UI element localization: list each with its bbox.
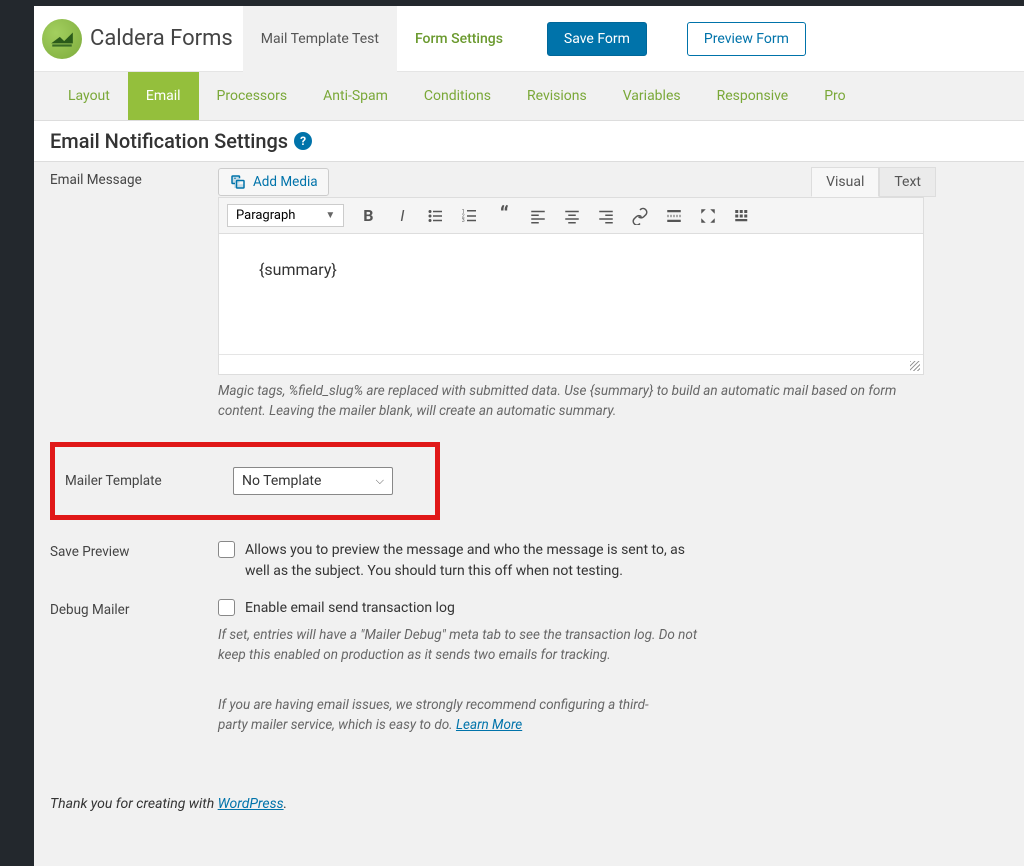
align-right-icon[interactable] <box>596 206 616 226</box>
tab-processors[interactable]: Processors <box>199 72 306 120</box>
tab-nav: Layout Email Processors Anti-Spam Condit… <box>34 72 1024 120</box>
debug-mailer-label: Debug Mailer <box>50 598 218 736</box>
tab-layout[interactable]: Layout <box>50 72 128 120</box>
debug-mailer-text: Enable email send transaction log <box>245 598 455 619</box>
toolbar-toggle-icon[interactable] <box>732 206 752 226</box>
add-media-label: Add Media <box>253 174 318 190</box>
mailer-template-label: Mailer Template <box>65 473 233 489</box>
tab-revisions[interactable]: Revisions <box>509 72 605 120</box>
tab-form-settings[interactable]: Form Settings <box>397 6 521 72</box>
save-preview-checkbox[interactable] <box>218 541 235 558</box>
chevron-down-icon: ⌵ <box>376 474 384 488</box>
format-select[interactable]: Paragraph ▼ <box>227 204 344 227</box>
format-select-value: Paragraph <box>236 208 295 223</box>
link-icon[interactable] <box>630 206 650 226</box>
tab-anti-spam[interactable]: Anti-Spam <box>305 72 406 120</box>
save-form-button[interactable]: Save Form <box>547 22 647 56</box>
numbered-list-icon[interactable]: 123 <box>460 206 480 226</box>
media-icon <box>229 173 247 191</box>
email-message-help: Magic tags, %field_slug% are replaced wi… <box>218 381 918 422</box>
save-preview-text: Allows you to preview the message and wh… <box>245 540 705 582</box>
tab-variables[interactable]: Variables <box>605 72 699 120</box>
fullscreen-icon[interactable] <box>698 206 718 226</box>
editor-resize-handle[interactable] <box>219 354 923 374</box>
tab-mail-template-test[interactable]: Mail Template Test <box>243 6 397 72</box>
read-more-icon[interactable] <box>664 206 684 226</box>
editor-tab-text[interactable]: Text <box>879 167 936 197</box>
preview-form-button[interactable]: Preview Form <box>687 22 806 56</box>
section-title-bar: Email Notification Settings ? <box>34 120 1024 162</box>
debug-mailer-checkbox[interactable] <box>218 599 235 616</box>
italic-icon[interactable]: I <box>392 206 412 226</box>
align-center-icon[interactable] <box>562 206 582 226</box>
app-name: Caldera Forms <box>90 26 233 51</box>
mailer-template-select[interactable]: No Template ⌵ <box>233 467 393 495</box>
app-logo: Caldera Forms <box>34 19 243 59</box>
chevron-down-icon: ▼ <box>325 210 335 221</box>
debug-mailer-recommend: If you are having email issues, we stron… <box>218 695 678 736</box>
align-left-icon[interactable] <box>528 206 548 226</box>
mailer-template-highlight: Mailer Template No Template ⌵ <box>50 442 440 520</box>
wysiwyg-editor: Paragraph ▼ B I 123 “ <box>218 197 924 375</box>
tab-email[interactable]: Email <box>128 72 199 120</box>
help-icon[interactable]: ? <box>294 132 312 150</box>
add-media-button[interactable]: Add Media <box>218 168 329 196</box>
debug-mailer-help: If set, entries will have a "Mailer Debu… <box>218 625 718 666</box>
quote-icon[interactable]: “ <box>494 206 514 226</box>
save-preview-label: Save Preview <box>50 540 218 582</box>
editor-toolbar: Paragraph ▼ B I 123 “ <box>219 198 923 234</box>
footer-credit: Thank you for creating with WordPress. <box>50 796 1008 812</box>
tab-responsive[interactable]: Responsive <box>699 72 807 120</box>
email-message-label: Email Message <box>50 168 218 422</box>
editor-tab-visual[interactable]: Visual <box>811 167 879 197</box>
bullet-list-icon[interactable] <box>426 206 446 226</box>
section-title: Email Notification Settings <box>50 129 288 153</box>
learn-more-link[interactable]: Learn More <box>456 717 522 733</box>
tab-conditions[interactable]: Conditions <box>406 72 509 120</box>
mailer-template-value: No Template <box>242 473 321 489</box>
tab-pro[interactable]: Pro <box>806 72 863 120</box>
wordpress-link[interactable]: WordPress <box>218 796 284 812</box>
logo-icon <box>42 19 82 59</box>
svg-text:3: 3 <box>462 218 465 224</box>
editor-content[interactable]: {summary} <box>219 234 923 354</box>
header-bar: Caldera Forms Mail Template Test Form Se… <box>34 6 1024 72</box>
bold-icon[interactable]: B <box>358 206 378 226</box>
